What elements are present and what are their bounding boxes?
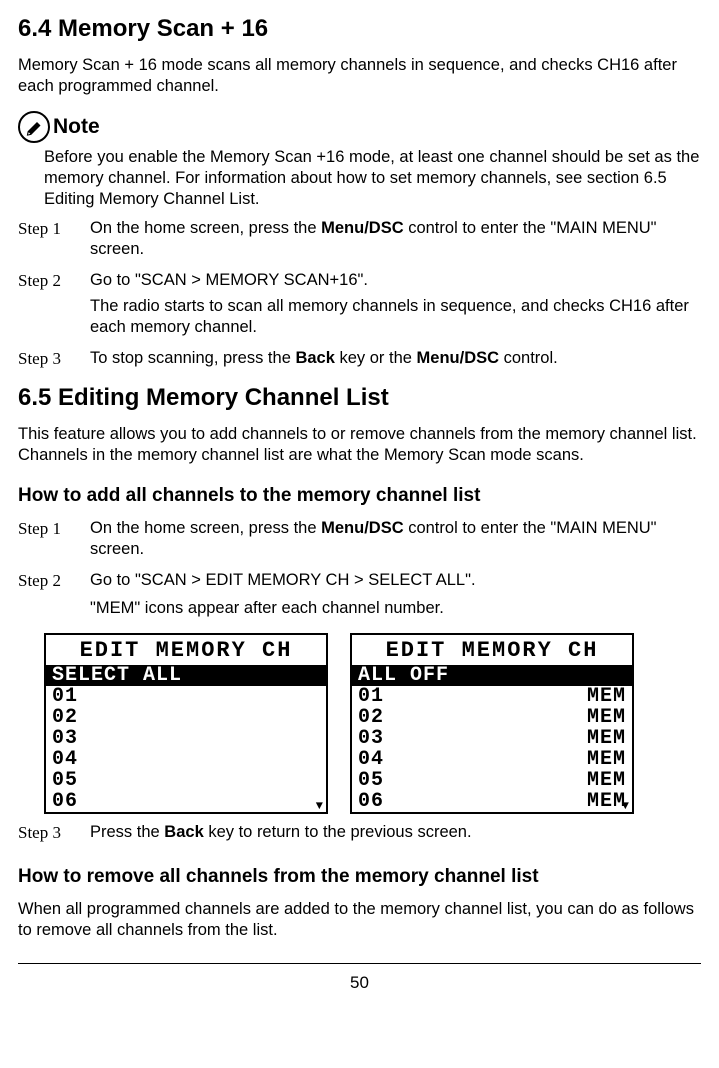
bold-text: Back bbox=[295, 349, 334, 367]
lcd-row-left: 06 bbox=[358, 791, 384, 812]
lcd-screens: EDIT MEMORY CH SELECT ALL010203040506 ▼ … bbox=[44, 633, 701, 814]
note-label: Note bbox=[53, 114, 100, 141]
step-label: Step 2 bbox=[18, 270, 90, 341]
lcd-row: 02 MEM bbox=[352, 707, 632, 728]
step-label: Step 3 bbox=[18, 822, 90, 847]
step-body: To stop scanning, press the Back key or … bbox=[90, 348, 701, 373]
lcd-row: 05 bbox=[46, 770, 326, 791]
bold-text: Menu/DSC bbox=[321, 219, 404, 237]
lcd-row: 01 bbox=[46, 686, 326, 707]
lcd-row-right: MEM bbox=[587, 791, 626, 812]
step-body: On the home screen, press the Menu/DSC c… bbox=[90, 218, 701, 264]
bold-text: Menu/DSC bbox=[321, 519, 404, 537]
step-body: On the home screen, press the Menu/DSC c… bbox=[90, 518, 701, 564]
text: "MEM" icons appear after each channel nu… bbox=[90, 598, 701, 619]
step-body: Go to "SCAN > EDIT MEMORY CH > SELECT AL… bbox=[90, 570, 701, 622]
lcd-row: 03 bbox=[46, 728, 326, 749]
steps-6-5-add: Step 1 On the home screen, press the Men… bbox=[18, 518, 701, 622]
text: On the home screen, press the bbox=[90, 219, 321, 237]
heading-6-5: 6.5 Editing Memory Channel List bbox=[18, 383, 701, 414]
lcd-row-left: 05 bbox=[52, 770, 78, 791]
lcd-row-left: 04 bbox=[52, 749, 78, 770]
scroll-down-icon: ▼ bbox=[316, 801, 323, 811]
remove-intro: When all programmed channels are added t… bbox=[18, 899, 701, 941]
lcd-row: 06 bbox=[46, 791, 326, 812]
lcd-row: 02 bbox=[46, 707, 326, 728]
step-label: Step 1 bbox=[18, 218, 90, 264]
lcd-row-left: 06 bbox=[52, 791, 78, 812]
lcd-row: 04 bbox=[46, 749, 326, 770]
lcd-title: EDIT MEMORY CH bbox=[352, 635, 632, 665]
subheading-add: How to add all channels to the memory ch… bbox=[18, 484, 701, 508]
step-body: Press the Back key to return to the prev… bbox=[90, 822, 701, 847]
heading-6-4: 6.4 Memory Scan + 16 bbox=[18, 14, 701, 45]
lcd-row-right: MEM bbox=[587, 686, 626, 707]
step-row: Step 3 To stop scanning, press the Back … bbox=[18, 348, 701, 373]
step-row: Step 1 On the home screen, press the Men… bbox=[18, 218, 701, 264]
lcd-row-left: 05 bbox=[358, 770, 384, 791]
text: The radio starts to scan all memory chan… bbox=[90, 296, 701, 338]
lcd-row-right: MEM bbox=[587, 707, 626, 728]
step-row: Step 2 Go to "SCAN > EDIT MEMORY CH > SE… bbox=[18, 570, 701, 622]
lcd-row-left: 02 bbox=[52, 707, 78, 728]
lcd-row: 04 MEM bbox=[352, 749, 632, 770]
lcd-row: SELECT ALL bbox=[46, 665, 326, 686]
lcd-row: 01 MEM bbox=[352, 686, 632, 707]
step-row: Step 1 On the home screen, press the Men… bbox=[18, 518, 701, 564]
page-footer: 50 bbox=[18, 963, 701, 994]
lcd-row: 06 MEM bbox=[352, 791, 632, 812]
bold-text: Menu/DSC bbox=[417, 349, 500, 367]
lcd-row-right: MEM bbox=[587, 749, 626, 770]
scroll-down-icon: ▼ bbox=[622, 801, 629, 811]
text: To stop scanning, press the bbox=[90, 349, 295, 367]
lcd-row-right: MEM bbox=[587, 770, 626, 791]
step-body: Go to "SCAN > MEMORY SCAN+16". The radio… bbox=[90, 270, 701, 341]
note-body: Before you enable the Memory Scan +16 mo… bbox=[44, 147, 701, 210]
text: On the home screen, press the bbox=[90, 519, 321, 537]
step-row: Step 3 Press the Back key to return to t… bbox=[18, 822, 701, 847]
step-label: Step 3 bbox=[18, 348, 90, 373]
lcd-row-left: 03 bbox=[358, 728, 384, 749]
text: Go to "SCAN > EDIT MEMORY CH > SELECT AL… bbox=[90, 570, 701, 591]
lcd-row-right: MEM bbox=[587, 728, 626, 749]
lcd-row: 05 MEM bbox=[352, 770, 632, 791]
step-row: Step 2 Go to "SCAN > MEMORY SCAN+16". Th… bbox=[18, 270, 701, 341]
note-block: Note Before you enable the Memory Scan +… bbox=[18, 111, 701, 210]
subheading-remove: How to remove all channels from the memo… bbox=[18, 865, 701, 889]
lcd-row-left: 04 bbox=[358, 749, 384, 770]
lcd-screen-right: EDIT MEMORY CH ALL OFF01 MEM 02 MEM 03 MEM 04 M… bbox=[350, 633, 634, 814]
text: control. bbox=[499, 349, 558, 367]
lcd-row-left: 01 bbox=[52, 686, 78, 707]
steps-6-4: Step 1 On the home screen, press the Men… bbox=[18, 218, 701, 373]
intro-6-5: This feature allows you to add channels … bbox=[18, 424, 701, 466]
lcd-row-left: 02 bbox=[358, 707, 384, 728]
lcd-title: EDIT MEMORY CH bbox=[46, 635, 326, 665]
text: Press the bbox=[90, 823, 164, 841]
lcd-row: ALL OFF bbox=[352, 665, 632, 686]
note-icon bbox=[18, 111, 50, 143]
steps-6-5-add-cont: Step 3 Press the Back key to return to t… bbox=[18, 822, 701, 847]
lcd-row-left: 03 bbox=[52, 728, 78, 749]
text: key to return to the previous screen. bbox=[204, 823, 472, 841]
intro-6-4: Memory Scan + 16 mode scans all memory c… bbox=[18, 55, 701, 97]
lcd-screen-left: EDIT MEMORY CH SELECT ALL010203040506 ▼ bbox=[44, 633, 328, 814]
bold-text: Back bbox=[164, 823, 203, 841]
lcd-row: 03 MEM bbox=[352, 728, 632, 749]
step-label: Step 1 bbox=[18, 518, 90, 564]
text: Go to "SCAN > MEMORY SCAN+16". bbox=[90, 270, 701, 291]
lcd-row-left: 01 bbox=[358, 686, 384, 707]
lcd-row-left: ALL OFF bbox=[358, 665, 449, 686]
page-number: 50 bbox=[350, 973, 369, 992]
text: key or the bbox=[335, 349, 417, 367]
lcd-row-left: SELECT ALL bbox=[52, 665, 182, 686]
step-label: Step 2 bbox=[18, 570, 90, 622]
